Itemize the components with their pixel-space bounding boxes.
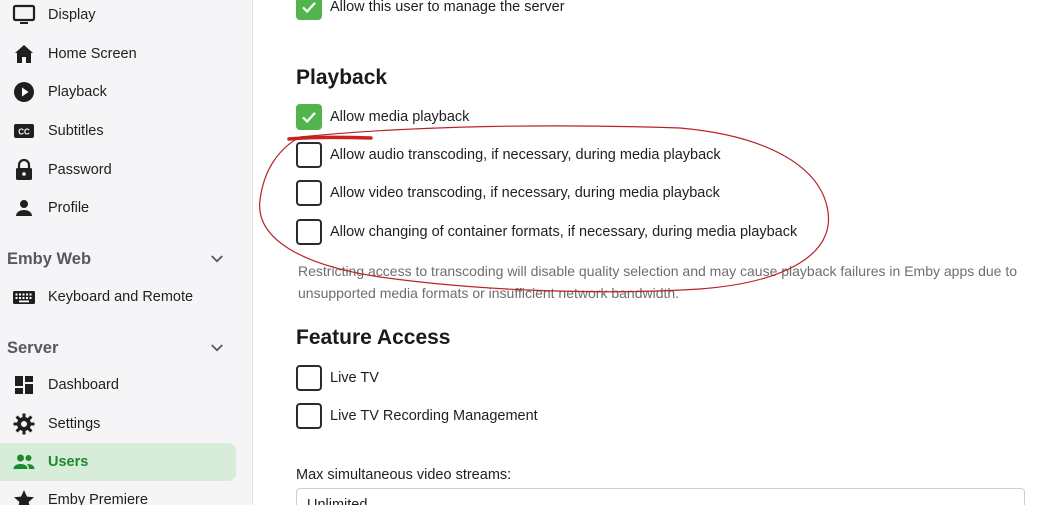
sidebar-item-label: Emby Premiere bbox=[48, 492, 148, 505]
sidebar-item-label: Users bbox=[48, 454, 89, 470]
sidebar-item-label: Playback bbox=[48, 84, 107, 100]
sidebar-item-settings[interactable]: Settings bbox=[0, 405, 236, 443]
checkbox[interactable] bbox=[296, 142, 322, 168]
checkbox[interactable] bbox=[296, 365, 322, 391]
section-title: Server bbox=[7, 338, 59, 357]
section-header-server[interactable]: Server bbox=[0, 333, 240, 363]
gear-icon bbox=[12, 412, 36, 436]
lock-icon bbox=[12, 158, 36, 182]
sidebar-item-label: Subtitles bbox=[48, 123, 104, 139]
dashboard-icon bbox=[12, 373, 36, 397]
section-title: Emby Web bbox=[7, 249, 92, 268]
section-heading-playback: Playback bbox=[296, 66, 388, 89]
sidebar-item-keyboard-and-remote[interactable]: Keyboard and Remote bbox=[0, 278, 236, 316]
sidebar: Display Home Screen Playback CC Subtitle… bbox=[0, 0, 253, 505]
checkbox-label: Live TV Recording Management bbox=[330, 408, 538, 424]
people-icon bbox=[12, 450, 36, 474]
play-circle-icon bbox=[12, 80, 36, 104]
sidebar-item-subtitles[interactable]: CC Subtitles bbox=[0, 112, 236, 150]
sidebar-item-display[interactable]: Display bbox=[0, 0, 236, 34]
sidebar-item-dashboard[interactable]: Dashboard bbox=[0, 366, 236, 404]
main-content: Allow this user to manage the server Pla… bbox=[254, 0, 1049, 505]
chevron-down-icon bbox=[208, 339, 226, 357]
checkbox-row-allow-audio-transcoding[interactable]: Allow audio transcoding, if necessary, d… bbox=[296, 142, 721, 168]
checkbox[interactable] bbox=[296, 180, 322, 206]
person-icon bbox=[12, 196, 36, 220]
checkbox-row-live-tv-recording[interactable]: Live TV Recording Management bbox=[296, 403, 538, 429]
monitor-icon bbox=[12, 3, 36, 27]
sidebar-item-profile[interactable]: Profile bbox=[0, 189, 236, 227]
checkmark-icon bbox=[302, 112, 316, 124]
checkbox-row-manage-server[interactable]: Allow this user to manage the server bbox=[296, 0, 565, 20]
sidebar-item-users[interactable]: Users bbox=[0, 443, 236, 481]
checkbox-label: Allow video transcoding, if necessary, d… bbox=[330, 185, 720, 201]
section-heading-feature-access: Feature Access bbox=[296, 326, 451, 349]
checkbox-label: Allow audio transcoding, if necessary, d… bbox=[330, 147, 721, 163]
sidebar-item-label: Password bbox=[48, 162, 112, 178]
checkbox[interactable] bbox=[296, 0, 322, 20]
sidebar-item-label: Settings bbox=[48, 416, 101, 432]
checkbox-label: Live TV bbox=[330, 370, 379, 386]
checkbox-row-allow-video-transcoding[interactable]: Allow video transcoding, if necessary, d… bbox=[296, 180, 720, 206]
checkbox-label: Allow this user to manage the server bbox=[330, 0, 565, 15]
checkbox[interactable] bbox=[296, 219, 322, 245]
sidebar-item-playback[interactable]: Playback bbox=[0, 73, 236, 111]
closed-captions-icon: CC bbox=[12, 119, 36, 143]
checkbox-row-allow-container-changing[interactable]: Allow changing of container formats, if … bbox=[296, 219, 797, 245]
sidebar-item-label: Home Screen bbox=[48, 46, 137, 62]
home-icon bbox=[12, 42, 36, 66]
keyboard-icon bbox=[12, 285, 36, 309]
sidebar-item-emby-premiere[interactable]: Emby Premiere bbox=[0, 481, 236, 505]
sidebar-item-label: Display bbox=[48, 7, 96, 23]
sidebar-item-label: Keyboard and Remote bbox=[48, 289, 194, 305]
checkmark-icon bbox=[302, 2, 316, 14]
chevron-down-icon bbox=[208, 250, 226, 268]
checkbox[interactable] bbox=[296, 104, 322, 130]
max-streams-select[interactable]: Unlimited bbox=[296, 488, 1025, 505]
max-streams-label: Max simultaneous video streams: bbox=[296, 467, 512, 483]
sidebar-item-label: Profile bbox=[48, 200, 90, 216]
checkbox[interactable] bbox=[296, 403, 322, 429]
checkbox-row-allow-media-playback[interactable]: Allow media playback bbox=[296, 104, 469, 130]
section-header-emby-web[interactable]: Emby Web bbox=[0, 244, 240, 274]
sidebar-item-label: Dashboard bbox=[48, 377, 119, 393]
checkbox-row-live-tv[interactable]: Live TV bbox=[296, 365, 379, 391]
svg-text:CC: CC bbox=[18, 128, 30, 137]
sidebar-item-password[interactable]: Password bbox=[0, 151, 236, 189]
checkbox-label: Allow media playback bbox=[330, 109, 470, 125]
checkbox-label: Allow changing of container formats, if … bbox=[330, 224, 798, 240]
sidebar-item-home-screen[interactable]: Home Screen bbox=[0, 35, 236, 73]
star-icon bbox=[12, 488, 36, 505]
transcoding-help-text: Restricting access to transcoding will d… bbox=[298, 263, 1018, 301]
